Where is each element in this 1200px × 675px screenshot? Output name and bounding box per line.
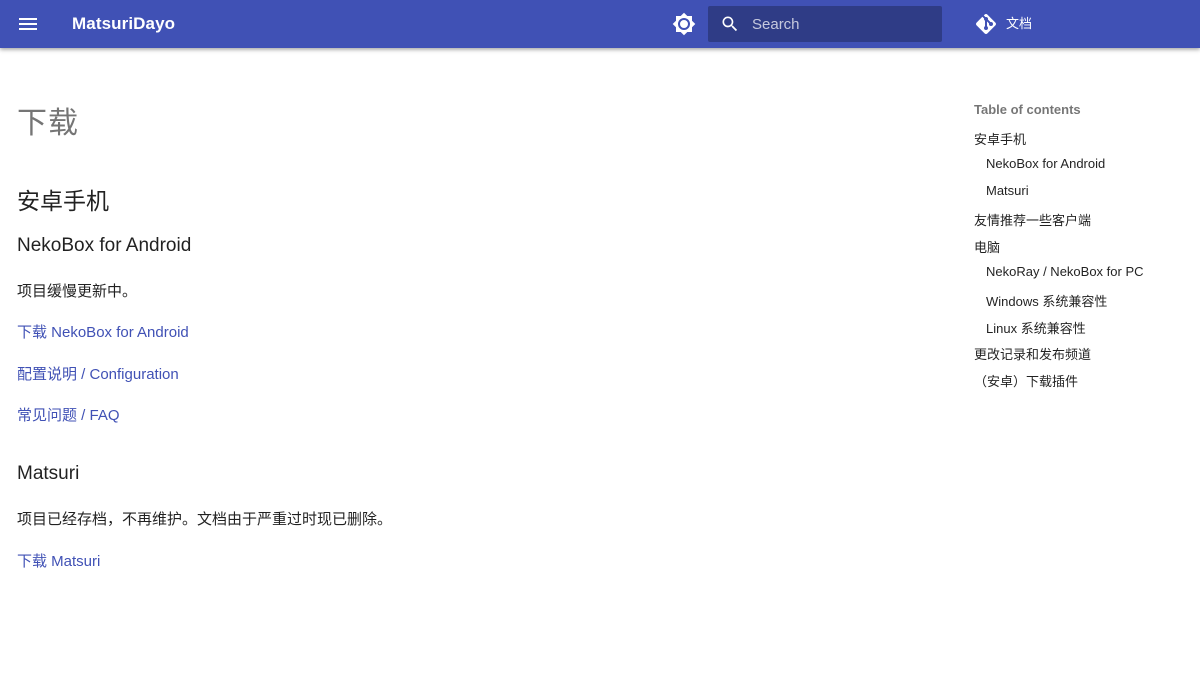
- toc-item-nekobox-android[interactable]: NekoBox for Android: [986, 156, 1105, 171]
- configuration-link[interactable]: 配置说明 / Configuration: [17, 363, 179, 384]
- toc-item-linux-compat[interactable]: Linux 系统兼容性: [986, 318, 1086, 337]
- toc-item-nekoray[interactable]: NekoRay / NekoBox for PC: [986, 264, 1144, 279]
- matsuri-status-text: 项目已经存档，不再维护。文档由于严重过时现已删除。: [17, 511, 393, 528]
- toc-item-windows-compat[interactable]: Windows 系统兼容性: [986, 291, 1107, 310]
- repo-label: 文档: [1006, 15, 1033, 31]
- search-icon: [720, 14, 740, 34]
- search-input[interactable]: [752, 6, 938, 42]
- nekobox-status-text: 项目缓慢更新中。: [17, 283, 138, 300]
- toc-item-pc[interactable]: 电脑: [974, 237, 1000, 256]
- heading-nekobox: NekoBox for Android: [17, 235, 192, 256]
- toc-item-plugins[interactable]: （安卓）下载插件: [974, 371, 1078, 390]
- faq-link[interactable]: 常见问题 / FAQ: [17, 404, 120, 425]
- toc-item-recommended-clients[interactable]: 友情推荐一些客户端: [974, 210, 1091, 229]
- toc-item-android[interactable]: 安卓手机: [974, 129, 1026, 148]
- brightness-icon[interactable]: [672, 12, 696, 36]
- menu-icon[interactable]: [16, 12, 40, 36]
- heading-android: 安卓手机: [17, 188, 109, 214]
- repo-link[interactable]: 文档: [974, 10, 1032, 38]
- git-icon: [974, 12, 998, 36]
- download-matsuri-link[interactable]: 下载 Matsuri: [17, 550, 100, 571]
- top-header: MatsuriDayo 文档: [0, 0, 1200, 48]
- toc-item-changelog[interactable]: 更改记录和发布频道: [974, 344, 1091, 363]
- heading-matsuri: Matsuri: [17, 463, 80, 484]
- toc-item-matsuri[interactable]: Matsuri: [986, 183, 1029, 198]
- site-title[interactable]: MatsuriDayo: [72, 14, 175, 34]
- page-title: 下载: [17, 107, 79, 140]
- toc-title: Table of contents: [974, 102, 1081, 117]
- download-nekobox-link[interactable]: 下载 NekoBox for Android: [17, 321, 189, 342]
- search-box[interactable]: [708, 6, 942, 42]
